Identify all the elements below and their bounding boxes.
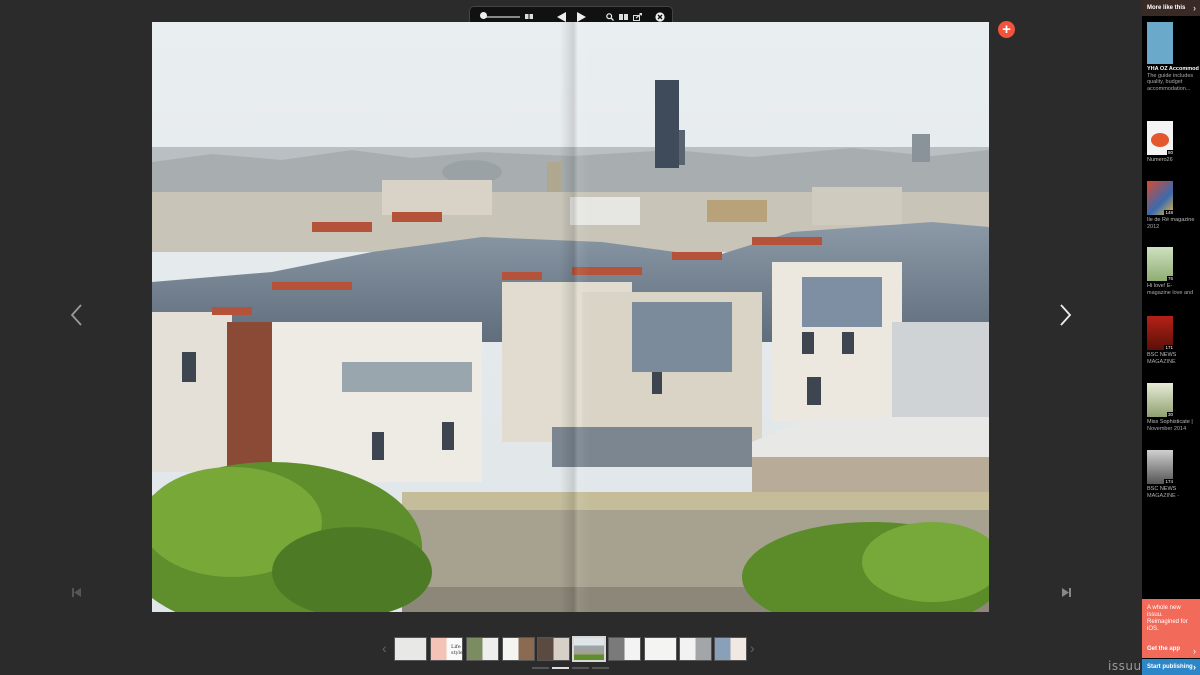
- page-count: 174: [1164, 479, 1174, 484]
- sidebar-item-hi-love[interactable]: 76 Hi love! E- magazine love and: [1147, 247, 1199, 296]
- zoom-slider-knob[interactable]: [480, 12, 487, 19]
- more-like-this-sidebar: More like this › YHA OZ AccommodationGui…: [1142, 0, 1200, 675]
- publication-cover: 174: [1147, 450, 1174, 484]
- sidebar-item-bsc-news-2[interactable]: 174 BSC NEWS MAGAZINE -: [1147, 450, 1199, 499]
- sidebar-header[interactable]: More like this ›: [1142, 0, 1200, 16]
- page-count: 171: [1164, 345, 1174, 350]
- thumbnail-4[interactable]: [502, 637, 535, 661]
- publication-description: accommodation...: [1147, 85, 1191, 92]
- chevron-right-icon: ›: [1193, 646, 1196, 656]
- promo-line: Reimagined for: [1147, 619, 1188, 625]
- pager-dot-4[interactable]: [592, 667, 609, 669]
- thumb-next-icon[interactable]: ›: [750, 640, 755, 656]
- thumbnail-label: Life style: [451, 644, 463, 656]
- publication-cover: 76: [1147, 247, 1174, 281]
- thumbnail-7[interactable]: [608, 637, 641, 661]
- add-to-stack-button[interactable]: +: [998, 21, 1015, 38]
- promo-line: iOS.: [1147, 626, 1159, 632]
- app-promo-banner[interactable]: A whole new issuu. Reimagined for iOS. G…: [1142, 599, 1200, 658]
- page-count: 30: [1166, 412, 1174, 417]
- publication-cover: 148: [1147, 181, 1174, 215]
- publication-cover: 171: [1147, 316, 1174, 350]
- plus-icon: +: [1002, 21, 1011, 38]
- sidebar-header-label: More like this: [1147, 5, 1186, 11]
- zoom-slider[interactable]: [482, 16, 520, 18]
- thumbnail-9[interactable]: [679, 637, 712, 661]
- publication-description: MAGAZINE: [1147, 358, 1176, 365]
- sidebar-item-numero26[interactable]: 80 Numero26: [1147, 121, 1199, 164]
- start-publishing-label: Start publishing: [1147, 664, 1193, 670]
- thumbnail-10[interactable]: [714, 637, 747, 661]
- next-spread-arrow-icon[interactable]: [1056, 303, 1076, 331]
- thumbnail-3[interactable]: [466, 637, 499, 661]
- promo-line: issuu.: [1147, 612, 1163, 618]
- last-page-icon[interactable]: [1058, 588, 1074, 602]
- thumbnail-6[interactable]: [572, 636, 606, 662]
- issuu-logo[interactable]: issuu: [1108, 659, 1142, 673]
- chevron-right-icon: ›: [1193, 3, 1196, 13]
- publication-title: Numero26: [1147, 157, 1173, 163]
- pager-dot-3[interactable]: [572, 667, 589, 669]
- thumb-prev-icon[interactable]: ‹: [382, 640, 387, 656]
- publication-description: magazine love and: [1147, 289, 1194, 296]
- thumbnail-strip: ‹ Life style ›: [380, 636, 760, 662]
- publication-cover: [1147, 22, 1173, 64]
- sidebar-item-miss-sophisticate[interactable]: 30 Miss Sophisticate | November 2014: [1147, 383, 1199, 432]
- page-count: 148: [1164, 210, 1174, 215]
- spread-gutter: [560, 22, 590, 612]
- page-count: 80: [1166, 150, 1174, 155]
- chevron-right-icon: ›: [1193, 662, 1196, 672]
- pager-dot-2[interactable]: [552, 667, 569, 669]
- promo-text: A whole new issuu. Reimagined for iOS.: [1147, 605, 1197, 633]
- promo-line: A whole new: [1147, 605, 1181, 611]
- sidebar-item-yha[interactable]: YHA OZ AccommodationGui The guide includ…: [1147, 22, 1199, 92]
- thumbnail-5[interactable]: [537, 637, 570, 661]
- publication-title: Miss Sophisticate |: [1147, 419, 1193, 425]
- pager-dot-1[interactable]: [532, 667, 549, 669]
- publication-title: YHA OZ AccommodationGui: [1147, 66, 1199, 72]
- page-count: 76: [1166, 276, 1174, 281]
- publication-description: MAGAZINE -: [1147, 492, 1180, 499]
- publication-title: Ile de Ré magazine: [1147, 217, 1195, 223]
- publication-cover: 80: [1147, 121, 1174, 155]
- sidebar-item-ile-de-re[interactable]: 148 Ile de Ré magazine 2012: [1147, 181, 1199, 230]
- first-page-icon[interactable]: [68, 588, 84, 602]
- publication-cover: 30: [1147, 383, 1174, 417]
- publication-description: 2012: [1147, 223, 1160, 230]
- start-publishing-button[interactable]: Start publishing ›: [1142, 659, 1200, 675]
- publication-description: November 2014: [1147, 425, 1187, 432]
- thumbnail-8[interactable]: [644, 637, 677, 661]
- sidebar-item-bsc-news-1[interactable]: 171 BSC NEWS MAGAZINE: [1147, 316, 1199, 365]
- get-app-link[interactable]: Get the app: [1147, 646, 1180, 653]
- thumbnail-1[interactable]: [394, 637, 427, 661]
- prev-spread-arrow-icon[interactable]: [66, 303, 86, 331]
- thumbnail-2[interactable]: Life style: [430, 637, 463, 661]
